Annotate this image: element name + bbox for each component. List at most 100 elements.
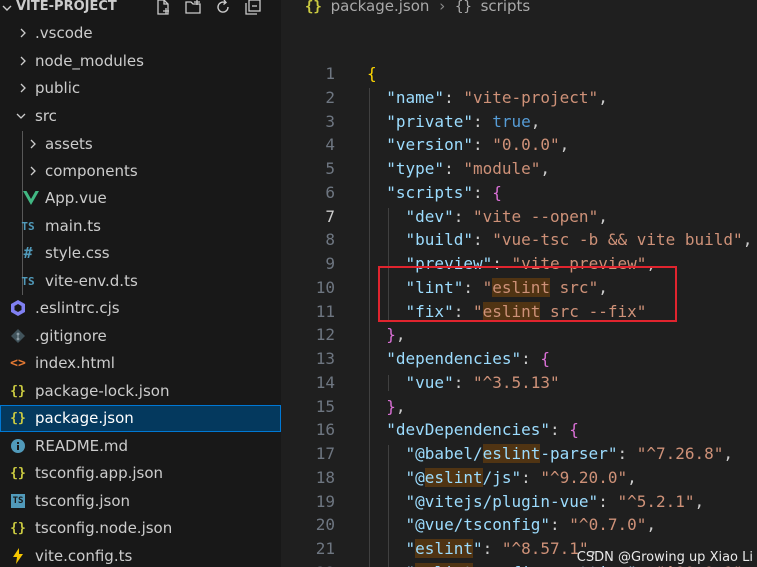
tree-item-tsconfig[interactable]: TS tsconfig.json [0,488,281,515]
code-token: "scripts" [386,182,473,202]
tree-item-main-ts[interactable]: TS main.ts [0,213,281,240]
code-token: { [367,64,377,83]
chevron-right-icon [20,56,26,66]
code-line[interactable]: 1{ [281,61,757,85]
chevron-down-icon[interactable] [0,1,14,15]
code-token: "^5.2.1" [617,491,695,511]
code-token: , [530,111,541,131]
tree-item-label: tsconfig.json [35,492,131,510]
code-line[interactable]: 2 "name": "vite-project", [281,85,757,109]
code-line[interactable]: 17 "@babel/eslint-parser": "^7.26.8", [281,441,757,465]
code-line[interactable]: 8 "build": "vue-tsc -b && vite build", [281,227,757,251]
explorer-header[interactable]: VITE-PROJECT [0,0,281,16]
json-icon: {} [10,383,26,399]
tree-item-vscode[interactable]: .vscode [0,20,281,47]
code-text: "build": "vue-tsc -b && vite build", [367,230,753,250]
code-text: "@babel/eslint-parser": "^7.26.8", [367,444,733,463]
code-token: : [521,467,541,487]
tree-item-label: package-lock.json [35,382,170,400]
code-token: , [627,467,637,487]
line-number: 20 [315,515,335,535]
code-token: , [395,325,406,345]
line-number: 10 [315,277,335,297]
tree-item-assets[interactable]: assets [0,131,281,158]
line-number: 2 [325,87,335,107]
code-line[interactable]: 16 "devDependencies": { [281,417,757,441]
code-text: "type": "module", [367,159,550,178]
tree-item-tsconfig-node[interactable]: {} tsconfig.node.json [0,515,281,542]
json-icon: {} [10,465,26,481]
code-line[interactable]: 7 "dev": "vite --open", [281,204,757,228]
html-icon: <> [10,355,26,371]
code-token: "@vitejs/plugin-vue" [405,491,599,511]
code-line[interactable]: 3 "private": true, [281,109,757,133]
tree-item-components[interactable]: components [0,158,281,185]
new-folder-icon[interactable] [184,0,202,16]
code-text: "private": true, [367,112,540,131]
tree-item-public[interactable]: public [0,75,281,102]
tree-item-label: main.ts [45,217,101,235]
tree-item-vite-env[interactable]: TS vite-env.d.ts [0,268,281,295]
typescript-icon: TS [21,219,35,233]
tree-item-package-lock[interactable]: {} package-lock.json [0,378,281,405]
code-text: "dev": "vite --open", [367,207,608,226]
code-text: "version": "0.0.0", [367,135,569,154]
code-token: , [598,87,608,107]
code-line[interactable]: 13 "dependencies": { [281,346,757,370]
line-number: 22 [281,563,335,567]
collapse-all-icon[interactable] [244,0,262,16]
tree-item-eslintrc[interactable]: .eslintrc.cjs [0,295,281,322]
code-line[interactable]: 14 "vue": "^3.5.13" [281,370,757,394]
code-token: /js" [482,467,522,487]
json-icon: {} [10,520,26,536]
tree-item-readme[interactable]: README.md [0,433,281,460]
code-line[interactable]: 18 "@eslint/js": "^9.20.0", [281,465,757,489]
code-line[interactable]: 20 "@vue/tsconfig": "^0.7.0", [281,512,757,536]
code-text: "@vue/tsconfig": "^0.7.0", [367,515,656,534]
code-text: { [367,64,377,83]
code-line[interactable]: 19 "@vitejs/plugin-vue": "^5.2.1", [281,489,757,513]
tree-item-app-vue[interactable]: App.vue [0,185,281,212]
code-line[interactable]: 15 }, [281,394,757,418]
code-token: : [472,230,493,250]
code-token: : [444,159,464,178]
braces-icon: {} [454,0,472,15]
code-line[interactable]: 12 }, [281,322,757,346]
code-token: "^7.26.8" [636,444,724,463]
code-token: , [540,159,551,178]
tree-item-node-modules[interactable]: node_modules [0,48,281,75]
code-token: { [540,349,551,368]
code-line[interactable]: 6 "scripts": { [281,180,757,204]
tree-item-style-css[interactable]: # style.css [0,240,281,267]
tree-item-src[interactable]: src [0,103,281,130]
code-token: : [472,182,493,202]
line-number: 5 [325,159,335,178]
tree-item-label: assets [45,135,93,153]
breadcrumb-file[interactable]: package.json [331,0,430,15]
code-text: "eslint": "^8.57.1", [367,539,598,558]
code-text: }, [367,325,406,345]
line-number: 15 [315,396,335,416]
refresh-icon[interactable] [214,0,232,16]
tree-item-index-html[interactable]: <> index.html [0,350,281,377]
tree-item-gitignore[interactable]: .gitignore [0,323,281,350]
vue-icon [23,191,39,205]
tree-item-label: index.html [35,354,115,372]
code-token: { [569,420,579,440]
tree-item-label: public [35,79,81,97]
code-token: : [617,444,637,463]
line-number: 12 [315,325,335,345]
tree-item-vite-config[interactable]: vite.config.ts [0,543,281,567]
tree-item-package-json[interactable]: {} package.json [0,405,281,432]
code-line[interactable]: 4 "version": "0.0.0", [281,132,757,156]
code-line[interactable]: 5 "type": "module", [281,156,757,180]
tree-item-label: package.json [35,409,134,427]
code-token: , [395,396,406,416]
new-file-icon[interactable] [154,0,172,16]
tree-item-tsconfig-app[interactable]: {} tsconfig.app.json [0,460,281,487]
breadcrumb-symbol[interactable]: scripts [481,0,531,15]
